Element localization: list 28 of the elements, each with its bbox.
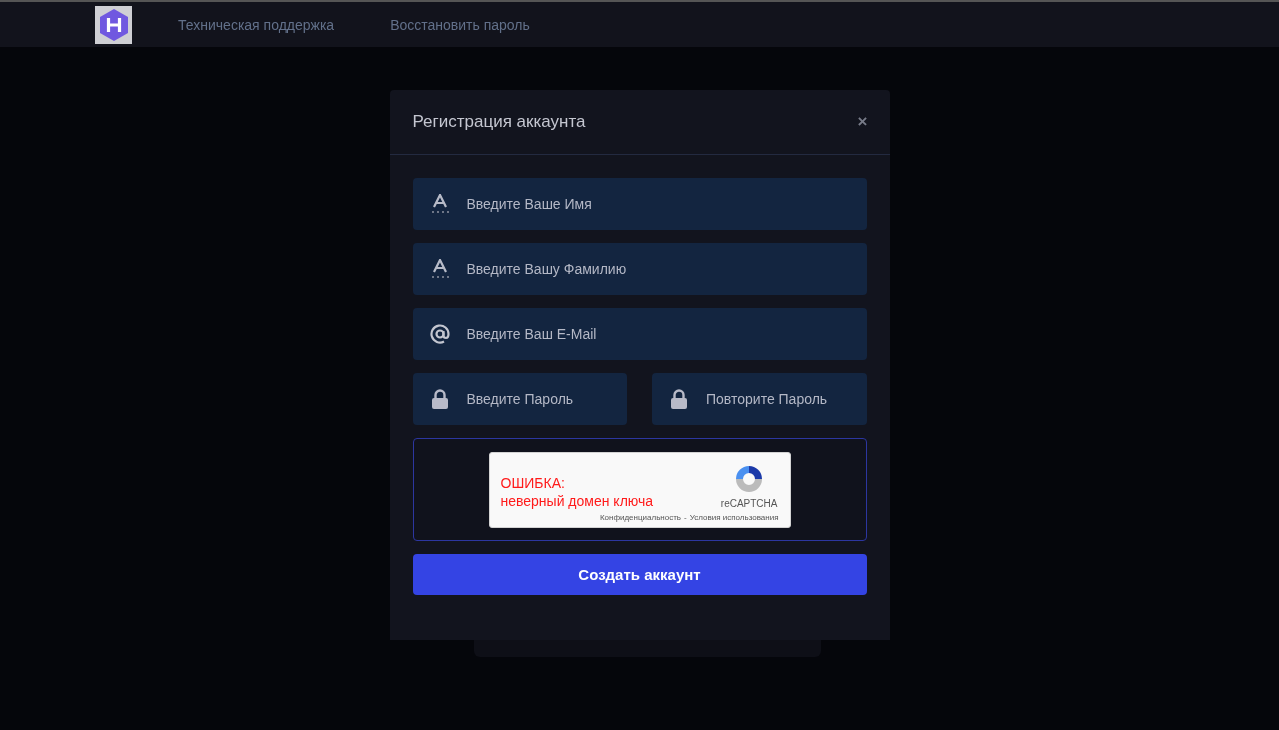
text-input[interactable]: Введите Ваш E-Mail	[466, 326, 867, 342]
text-input[interactable]: Введите Вашу Фамилию	[466, 261, 867, 277]
error-title: ОШИБКА:	[500, 473, 566, 492]
privacy-link[interactable]: Конфиденциальность	[599, 512, 682, 522]
lock-icon	[430, 389, 449, 409]
hexagon-logo-icon	[99, 8, 128, 41]
at-sign-icon	[429, 324, 450, 344]
letter-a-icon	[430, 259, 449, 279]
text-input[interactable]: Введите Ваше Имя	[466, 196, 867, 212]
lock-icon	[670, 389, 688, 409]
error-text: неверный домен ключа	[500, 491, 655, 510]
input-field[interactable]: Введите Вашу Фамилию	[412, 243, 867, 295]
nav-link[interactable]: Техническая поддержка	[178, 16, 335, 33]
modal-title: Регистрация аккаунта	[412, 112, 586, 132]
input-field[interactable]: Введите Ваш E-Mail	[412, 308, 867, 360]
text-input[interactable]: Введите Пароль	[466, 391, 627, 407]
input-field[interactable]: Введите Пароль	[412, 373, 627, 425]
close-button[interactable]: ×	[857, 112, 868, 132]
separator: -	[684, 512, 687, 522]
create-account-button[interactable]: Создать аккаунт	[412, 554, 867, 595]
nav-link[interactable]: Восстановить пароль	[390, 16, 530, 33]
input-field[interactable]: Введите Ваше Имя	[412, 178, 867, 230]
input-field[interactable]: Повторите Пароль	[652, 373, 867, 425]
logo[interactable]	[95, 5, 132, 44]
text-input[interactable]: Повторите Пароль	[706, 391, 867, 407]
letter-a-icon	[430, 194, 449, 214]
recaptcha-label: reCAPTCHA	[720, 497, 778, 509]
terms-link[interactable]: Условия использования	[689, 512, 779, 522]
